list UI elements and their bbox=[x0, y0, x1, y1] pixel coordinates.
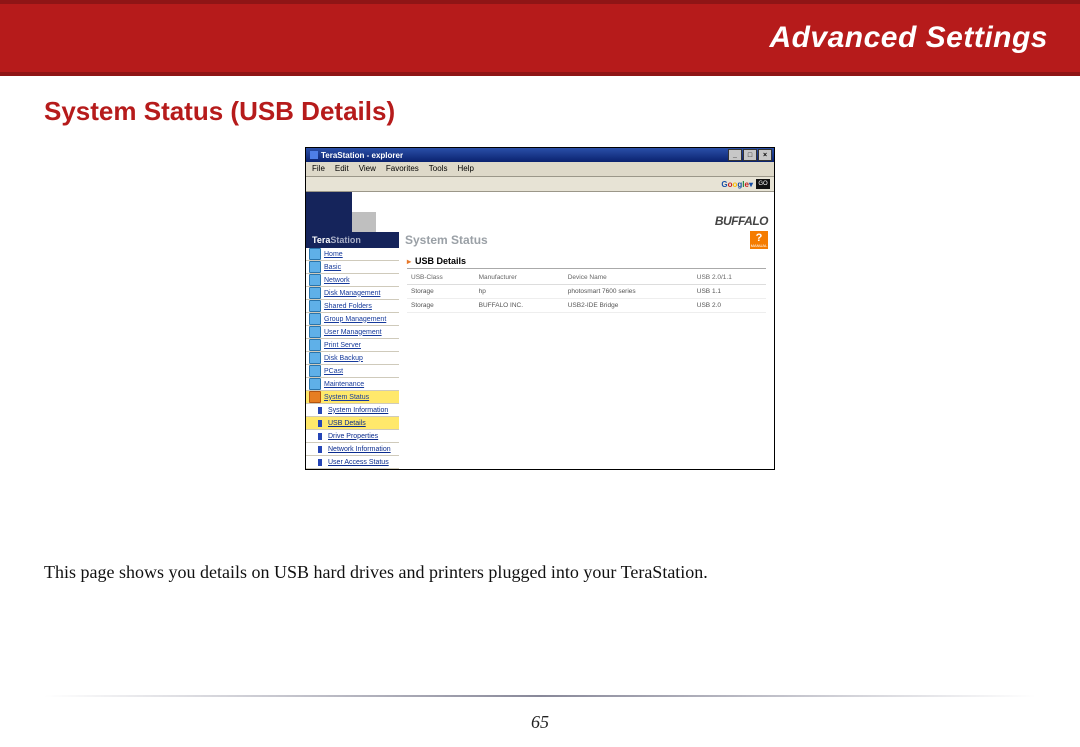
page-number: 65 bbox=[0, 712, 1080, 733]
page-title: System Status bbox=[405, 233, 488, 247]
nav-group-management[interactable]: Group Management bbox=[306, 313, 399, 326]
folders-icon bbox=[309, 300, 321, 312]
nav-pcast[interactable]: PCast bbox=[306, 365, 399, 378]
menu-bar: File Edit View Favorites Tools Help bbox=[306, 162, 774, 177]
usb-table: USB-Class Manufacturer Device Name USB 2… bbox=[407, 271, 766, 313]
nav-maintenance[interactable]: Maintenance bbox=[306, 378, 399, 391]
network-icon bbox=[309, 274, 321, 286]
menu-tools[interactable]: Tools bbox=[429, 164, 448, 174]
group-icon bbox=[309, 313, 321, 325]
top-banner: Advanced Settings bbox=[0, 0, 1080, 76]
col-usb-version: USB 2.0/1.1 bbox=[693, 271, 766, 285]
help-button[interactable]: ? MANUAL bbox=[750, 231, 768, 249]
brand-row: TeraStation bbox=[306, 232, 399, 248]
nav-home[interactable]: Home bbox=[306, 248, 399, 261]
subnav-user-access-status[interactable]: User Access Status bbox=[306, 456, 399, 469]
sidebar: TeraStation Home Basic Network Disk Mana… bbox=[306, 192, 399, 469]
nav-system-status[interactable]: System Status bbox=[306, 391, 399, 404]
panel-title: ▸ USB Details bbox=[407, 256, 766, 269]
help-icon: ? bbox=[756, 233, 763, 244]
maintenance-icon bbox=[309, 378, 321, 390]
caption-text: This page shows you details on USB hard … bbox=[44, 560, 1036, 585]
sidebar-header bbox=[306, 192, 399, 232]
table-row: Storage BUFFALO INC. USB2-IDE Bridge USB… bbox=[407, 299, 766, 313]
menu-edit[interactable]: Edit bbox=[335, 164, 349, 174]
print-icon bbox=[309, 339, 321, 351]
disk-icon bbox=[309, 287, 321, 299]
bullet-icon: ▸ bbox=[407, 257, 411, 266]
nav-shared-folders[interactable]: Shared Folders bbox=[306, 300, 399, 313]
buffalo-logo: BUFFALO bbox=[715, 214, 768, 228]
nav-disk-backup[interactable]: Disk Backup bbox=[306, 352, 399, 365]
status-icon bbox=[309, 391, 321, 403]
minimize-button[interactable]: _ bbox=[728, 149, 742, 161]
basic-icon bbox=[309, 261, 321, 273]
menu-file[interactable]: File bbox=[312, 164, 325, 174]
close-button[interactable]: × bbox=[758, 149, 772, 161]
nav-basic[interactable]: Basic bbox=[306, 261, 399, 274]
window-titlebar: TeraStation - explorer _ □ × bbox=[306, 148, 774, 162]
window-title: TeraStation - explorer bbox=[321, 151, 403, 160]
menu-view[interactable]: View bbox=[359, 164, 376, 174]
table-row: Storage hp photosmart 7600 series USB 1.… bbox=[407, 285, 766, 299]
nav-user-management[interactable]: User Management bbox=[306, 326, 399, 339]
menu-favorites[interactable]: Favorites bbox=[386, 164, 419, 174]
app-icon bbox=[310, 151, 318, 159]
toolbar: Google▾ GO bbox=[306, 177, 774, 192]
page-rule bbox=[44, 695, 1036, 697]
nav-network[interactable]: Network bbox=[306, 274, 399, 287]
nav-disk-management[interactable]: Disk Management bbox=[306, 287, 399, 300]
user-icon bbox=[309, 326, 321, 338]
banner-title: Advanced Settings bbox=[769, 21, 1048, 55]
maximize-button[interactable]: □ bbox=[743, 149, 757, 161]
col-device-name: Device Name bbox=[564, 271, 693, 285]
google-logo: Google▾ bbox=[721, 180, 753, 189]
screenshot-window: TeraStation - explorer _ □ × File Edit V… bbox=[305, 147, 775, 470]
table-header-row: USB-Class Manufacturer Device Name USB 2… bbox=[407, 271, 766, 285]
col-manufacturer: Manufacturer bbox=[475, 271, 564, 285]
home-icon bbox=[309, 248, 321, 260]
col-usb-class: USB-Class bbox=[407, 271, 475, 285]
section-title: System Status (USB Details) bbox=[44, 96, 1080, 127]
nav-print-server[interactable]: Print Server bbox=[306, 339, 399, 352]
menu-help[interactable]: Help bbox=[457, 164, 473, 174]
backup-icon bbox=[309, 352, 321, 364]
subnav-system-information[interactable]: System Information bbox=[306, 404, 399, 417]
main-content: BUFFALO System Status ? MANUAL ▸ USB Det… bbox=[399, 192, 774, 469]
go-button[interactable]: GO bbox=[756, 179, 770, 189]
subnav-usb-details[interactable]: USB Details bbox=[306, 417, 399, 430]
subnav-drive-properties[interactable]: Drive Properties bbox=[306, 430, 399, 443]
pcast-icon bbox=[309, 365, 321, 377]
subnav-network-information[interactable]: Network Information bbox=[306, 443, 399, 456]
